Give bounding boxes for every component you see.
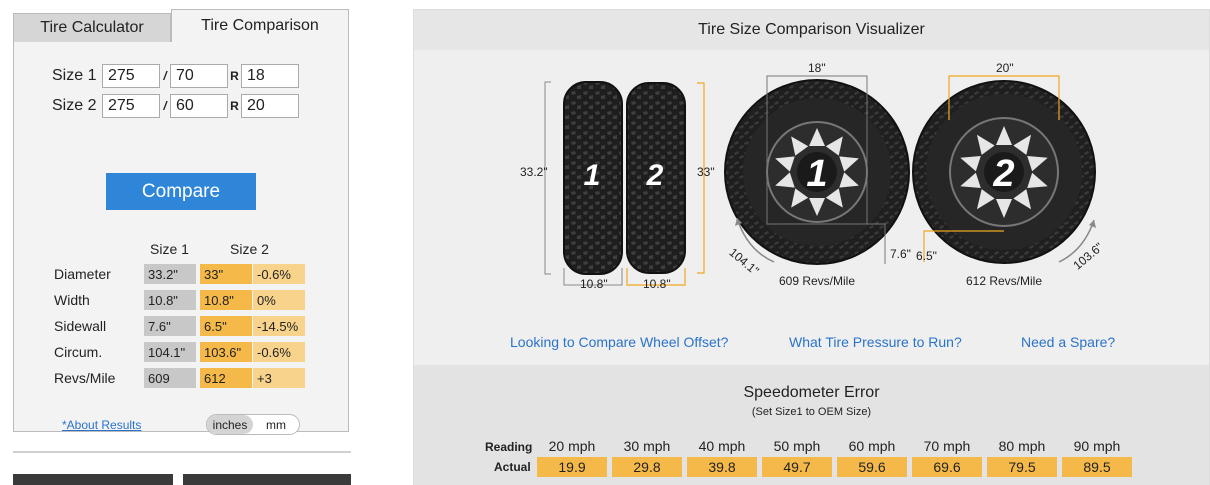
- size-2-ratio-input[interactable]: [170, 94, 228, 118]
- size-2-label: Size 2: [52, 97, 97, 114]
- reading-value: 60 mph: [848, 438, 896, 454]
- result-label: Sidewall: [54, 318, 107, 334]
- reading-value: 80 mph: [998, 438, 1046, 454]
- speedometer-subtitle: (Set Size1 to OEM Size): [751, 406, 872, 418]
- wheel-1-sidewall-label: 7.6": [890, 247, 911, 261]
- size-2-rim-prefix: R: [230, 99, 239, 113]
- size-1-label: Size 1: [52, 67, 97, 84]
- result-label: Circum.: [54, 344, 103, 360]
- result-size-1-value: 10.8": [144, 290, 196, 310]
- size-1-ratio-input[interactable]: [170, 64, 228, 88]
- result-difference: -0.6%: [253, 264, 305, 284]
- result-size-1-value: 609: [144, 368, 196, 388]
- actual-row-label: Actual: [494, 460, 531, 474]
- results-row: Diameter 33.2" 33" -0.6%: [54, 264, 309, 284]
- result-size-2-value: 33": [200, 264, 252, 284]
- need-a-spare-link[interactable]: Need a Spare?: [1021, 334, 1115, 350]
- result-label: Diameter: [54, 266, 111, 282]
- reading-value: 20 mph: [548, 438, 596, 454]
- result-difference: -0.6%: [253, 342, 305, 362]
- results-row: Circum. 104.1" 103.6" -0.6%: [54, 342, 309, 362]
- result-size-2-value: 10.8": [200, 290, 252, 310]
- tire-1-number: 1: [584, 159, 601, 192]
- wheel-1-revs-label: 609 Revs/Mile: [779, 274, 855, 288]
- reading-value: 50 mph: [773, 438, 821, 454]
- tab-bar: Tire Calculator Tire Comparison: [13, 9, 349, 42]
- result-difference: 0%: [253, 290, 305, 310]
- result-size-2-value: 612: [200, 368, 252, 388]
- actual-value: 89.5: [1062, 457, 1132, 477]
- speedometer-title: Speedometer Error: [743, 384, 880, 401]
- tire-1-height-label: 33.2": [520, 165, 548, 179]
- reading-value: 40 mph: [698, 438, 746, 454]
- result-size-2-value: 103.6": [200, 342, 252, 362]
- result-size-1-value: 104.1": [144, 342, 196, 362]
- wheel-2-revs-label: 612 Revs/Mile: [966, 274, 1042, 288]
- actual-value: 19.9: [537, 457, 607, 477]
- result-label: Revs/Mile: [54, 370, 116, 386]
- unit-toggle[interactable]: inches mm: [206, 414, 300, 435]
- bottom-button-1[interactable]: [13, 474, 173, 485]
- result-label: Width: [54, 292, 90, 308]
- wheel-2-sidewall-label: 6.5": [916, 249, 937, 263]
- result-size-1-value: 33.2": [144, 264, 196, 284]
- about-results-link[interactable]: *About Results: [62, 418, 141, 432]
- reading-value: 90 mph: [1073, 438, 1121, 454]
- tab-tire-comparison[interactable]: Tire Comparison: [171, 9, 349, 42]
- size-1-row: Size 1 / R: [52, 64, 299, 88]
- result-difference: -14.5%: [253, 316, 305, 336]
- divider: [13, 451, 351, 453]
- bottom-button-2[interactable]: [183, 474, 351, 485]
- actual-value: 69.6: [912, 457, 982, 477]
- actual-value: 39.8: [687, 457, 757, 477]
- actual-value: 59.6: [837, 457, 907, 477]
- results-row: Width 10.8" 10.8" 0%: [54, 290, 309, 310]
- tire-2-number: 2: [646, 159, 664, 192]
- size-2-width-input[interactable]: [102, 94, 160, 118]
- size-1-slash: /: [163, 69, 167, 83]
- size-2-rim-input[interactable]: [241, 94, 299, 118]
- tire-calculator-panel: Tire Calculator Tire Comparison Size 1 /…: [13, 9, 349, 435]
- results-col-size-2: Size 2: [230, 241, 269, 257]
- wheel-1-rim-label: 18": [808, 61, 826, 75]
- reading-value: 30 mph: [623, 438, 671, 454]
- reading-row-label: Reading: [485, 440, 533, 454]
- tire-1-width-label: 10.8": [580, 277, 608, 291]
- wheel-2-number: 2: [992, 153, 1014, 195]
- comparison-form: Size 1 / R Size 2 / R Compare Size 1 Siz…: [13, 42, 349, 435]
- tire-illustration: 1 33.2" 10.8" 2 33" 10.8" 1 18" 7.6" 104…: [520, 61, 1106, 291]
- unit-mm-option[interactable]: mm: [253, 415, 299, 434]
- wheel-1-number: 1: [806, 153, 827, 195]
- speedometer-error-section: Speedometer Error (Set Size1 to OEM Size…: [414, 365, 1209, 485]
- wheel-2-rim-label: 20": [996, 61, 1014, 75]
- results-row: Sidewall 7.6" 6.5" -14.5%: [54, 316, 309, 336]
- size-2-slash: /: [163, 99, 167, 113]
- tire-2-height-label: 33": [697, 165, 715, 179]
- wheel-2-circumference-label: 103.6": [1070, 240, 1105, 273]
- results-row: Revs/Mile 609 612 +3: [54, 368, 309, 388]
- tab-tire-calculator[interactable]: Tire Calculator: [13, 13, 171, 42]
- visualizer-title: Tire Size Comparison Visualizer: [414, 10, 1209, 50]
- reading-value: 70 mph: [923, 438, 971, 454]
- unit-inches-option[interactable]: inches: [207, 415, 253, 434]
- size-2-row: Size 2 / R: [52, 94, 299, 118]
- compare-wheel-offset-link[interactable]: Looking to Compare Wheel Offset?: [510, 334, 728, 350]
- size-1-width-input[interactable]: [102, 64, 160, 88]
- results-col-size-1: Size 1: [150, 241, 189, 257]
- result-size-1-value: 7.6": [144, 316, 196, 336]
- tire-pressure-link[interactable]: What Tire Pressure to Run?: [789, 334, 962, 350]
- actual-value: 49.7: [762, 457, 832, 477]
- size-1-rim-input[interactable]: [241, 64, 299, 88]
- actual-value: 79.5: [987, 457, 1057, 477]
- compare-button[interactable]: Compare: [106, 173, 256, 210]
- result-size-2-value: 6.5": [200, 316, 252, 336]
- result-difference: +3: [253, 368, 305, 388]
- actual-value: 29.8: [612, 457, 682, 477]
- visualizer-panel: Tire Size Comparison Visualizer 1 33.2" …: [413, 9, 1210, 485]
- tire-2-width-label: 10.8": [643, 277, 671, 291]
- size-1-rim-prefix: R: [230, 69, 239, 83]
